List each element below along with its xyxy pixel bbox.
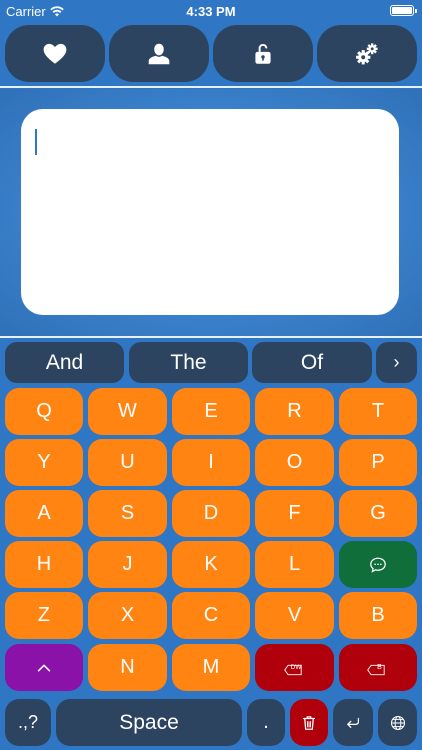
delete-char-label: B [377,664,382,671]
delete-word-button[interactable]: DW [255,644,334,691]
period-button[interactable]: . [247,699,285,746]
key-y[interactable]: Y [5,439,83,486]
key-i[interactable]: I [172,439,250,486]
key-e[interactable]: E [172,388,250,435]
text-cursor [35,129,37,155]
key-u[interactable]: U [88,439,167,486]
status-bar: Carrier 4:33 PM [0,0,422,22]
punctuation-button[interactable]: .,? [5,699,51,746]
trash-icon [302,715,316,730]
speech-bubble-icon [370,557,386,573]
settings-button[interactable] [317,25,417,82]
key-f[interactable]: F [255,490,334,537]
key-t[interactable]: T [339,388,417,435]
key-q[interactable]: Q [5,388,83,435]
suggestion-3[interactable]: Of [252,342,372,383]
key-w[interactable]: W [88,388,167,435]
suggestion-2[interactable]: The [129,342,248,383]
key-h[interactable]: H [5,541,83,588]
battery-icon [390,5,417,16]
backspace-icon: B [367,661,389,676]
text-editor[interactable] [21,109,399,315]
shift-button[interactable] [5,644,83,691]
heart-icon [43,43,67,64]
delete-char-button[interactable]: B [339,644,417,691]
key-b[interactable]: B [339,592,417,639]
favorites-button[interactable] [5,25,105,82]
key-x[interactable]: X [88,592,167,639]
keyboard: And The Of › Q W E R T Y U I O P A S D F… [0,338,422,750]
gears-icon [356,42,378,64]
lock-button[interactable] [213,25,313,82]
delete-word-icon: DW [283,661,306,676]
key-s[interactable]: S [88,490,167,537]
clear-button[interactable] [290,699,328,746]
return-icon [347,717,360,728]
profile-button[interactable] [109,25,209,82]
more-suggestions-button[interactable]: › [376,342,417,383]
key-a[interactable]: A [5,490,83,537]
language-button[interactable] [378,699,417,746]
editor-area [0,89,422,336]
space-button[interactable]: Space [56,699,242,746]
key-p[interactable]: P [339,439,417,486]
key-g[interactable]: G [339,490,417,537]
delete-word-label: DW [290,664,302,671]
globe-icon [390,715,405,730]
key-m[interactable]: M [172,644,250,691]
status-time: 4:33 PM [186,4,236,19]
key-k[interactable]: K [172,541,250,588]
suggestion-1[interactable]: And [5,342,124,383]
user-icon [148,43,170,64]
unlock-icon [255,43,271,64]
key-j[interactable]: J [88,541,167,588]
speak-button[interactable] [339,541,417,588]
key-n[interactable]: N [88,644,167,691]
key-o[interactable]: O [255,439,334,486]
key-v[interactable]: V [255,592,334,639]
return-button[interactable] [333,699,373,746]
key-l[interactable]: L [255,541,334,588]
key-r[interactable]: R [255,388,334,435]
key-z[interactable]: Z [5,592,83,639]
chevron-up-icon [37,663,51,672]
top-toolbar [0,22,422,86]
key-c[interactable]: C [172,592,250,639]
top-divider [0,86,422,88]
key-d[interactable]: D [172,490,250,537]
